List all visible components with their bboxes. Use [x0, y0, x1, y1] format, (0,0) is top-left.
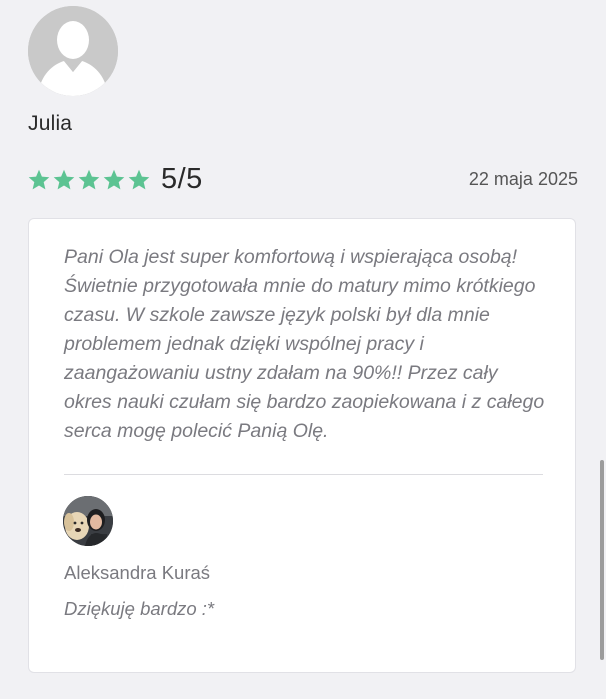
- star-icon: [53, 169, 75, 189]
- reply-text: Dziękuję bardzo :*: [64, 598, 215, 619]
- rating-score: 5/5: [161, 163, 203, 195]
- profile-photo: [63, 496, 113, 546]
- scrollbar[interactable]: [598, 0, 606, 699]
- default-user-icon: [28, 6, 118, 96]
- reviewer-name: Julia: [28, 112, 73, 135]
- star-icon: [28, 169, 50, 189]
- scrollbar-thumb[interactable]: [600, 460, 604, 660]
- review-date: 22 maja 2025: [468, 169, 578, 189]
- star-rating: [27, 168, 151, 192]
- review-page: Julia 5/5 22 maja 2025 Pani Ola jest sup…: [0, 0, 606, 699]
- reviewer-avatar: [28, 6, 118, 96]
- rating-row: 5/5: [27, 163, 203, 196]
- reply-author-name: Aleksandra Kuraś: [64, 562, 211, 583]
- review-card: Pani Ola jest super komfortową i wspiera…: [28, 218, 576, 673]
- star-icon: [78, 169, 100, 189]
- divider: [64, 474, 543, 475]
- review-text: Pani Ola jest super komfortową i wspiera…: [64, 246, 545, 442]
- star-icon: [103, 169, 125, 189]
- reply-author-avatar: [63, 496, 113, 546]
- star-icon: [128, 169, 150, 189]
